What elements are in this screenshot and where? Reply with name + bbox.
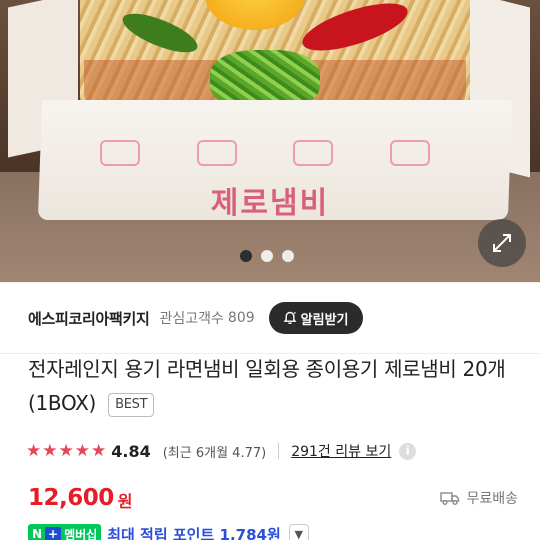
pictogram — [389, 140, 430, 166]
star-icon: ★ — [74, 440, 90, 461]
membership-points-row[interactable]: N + 멤버십 최대 적립 포인트 1,784원 ▼ — [28, 522, 309, 540]
rating-value: 4.84 — [111, 441, 151, 461]
fans-count: 809 — [227, 310, 255, 326]
price-row: 12,600 원 무료배송 — [28, 482, 518, 514]
notification-subscribe-label: 알림받기 — [300, 312, 349, 328]
pictogram — [100, 140, 140, 166]
naver-plus-membership-badge: N + 멤버십 — [28, 524, 102, 540]
info-icon[interactable]: i — [399, 442, 417, 460]
divider — [278, 443, 280, 459]
star-rating: ★ ★ ★ ★ ★ — [26, 440, 107, 461]
star-icon: ★ — [42, 440, 58, 461]
carousel-dot[interactable] — [282, 250, 294, 262]
price-value: 12,600 — [28, 485, 114, 511]
container-pictograms — [100, 140, 430, 174]
product-title-block: 전자레인지 용기 라면냄비 일회용 종이용기 제로냄비 20개 (1BOX) B… — [28, 352, 518, 420]
review-link[interactable]: 291건 리뷰 보기 — [291, 441, 391, 461]
expand-image-button[interactable] — [478, 219, 526, 267]
expand-arrows-icon — [493, 234, 511, 252]
chevron-down-icon[interactable]: ▼ — [288, 524, 309, 540]
star-icon: ★ — [26, 440, 42, 461]
star-icon: ★ — [58, 440, 74, 461]
carousel-dot[interactable] — [261, 250, 273, 262]
rating-row: ★ ★ ★ ★ ★ 4.84 (최근 6개월 4.77) 291건 리뷰 보기 … — [26, 438, 417, 464]
badge-plus: + — [45, 527, 62, 540]
fans-label: 관심고객수 — [159, 311, 224, 327]
max-points-text: 최대 적립 포인트 1,784원 — [107, 525, 281, 540]
bell-icon — [283, 311, 297, 324]
pictogram — [196, 140, 237, 166]
notification-subscribe-button[interactable]: 알림받기 — [268, 302, 363, 334]
badge-membership-text: 멤버십 — [64, 527, 98, 540]
best-badge: BEST — [108, 393, 155, 417]
price-unit: 원 — [117, 491, 133, 511]
carousel-dot-active[interactable] — [240, 250, 252, 262]
seller-row: 에스피코리아팩키지 관심고객수 809 알림받기 — [0, 282, 540, 354]
recent-rating: (최근 6개월 4.77) — [162, 445, 267, 461]
pictogram — [293, 140, 334, 166]
badge-n: N — [32, 527, 43, 540]
container-brand-logo: 제로냄비 — [210, 186, 330, 221]
carousel-indicator — [240, 250, 294, 262]
truck-icon — [440, 492, 460, 505]
shipping-info: 무료배송 — [440, 488, 518, 508]
shipping-label: 무료배송 — [466, 491, 518, 507]
product-image[interactable]: 제로냄비 — [0, 0, 540, 282]
star-icon: ★ — [91, 440, 107, 461]
seller-name[interactable]: 에스피코리아팩키지 — [28, 308, 150, 329]
product-title: 전자레인지 용기 라면냄비 일회용 종이용기 제로냄비 20개 (1BOX) — [28, 357, 506, 415]
